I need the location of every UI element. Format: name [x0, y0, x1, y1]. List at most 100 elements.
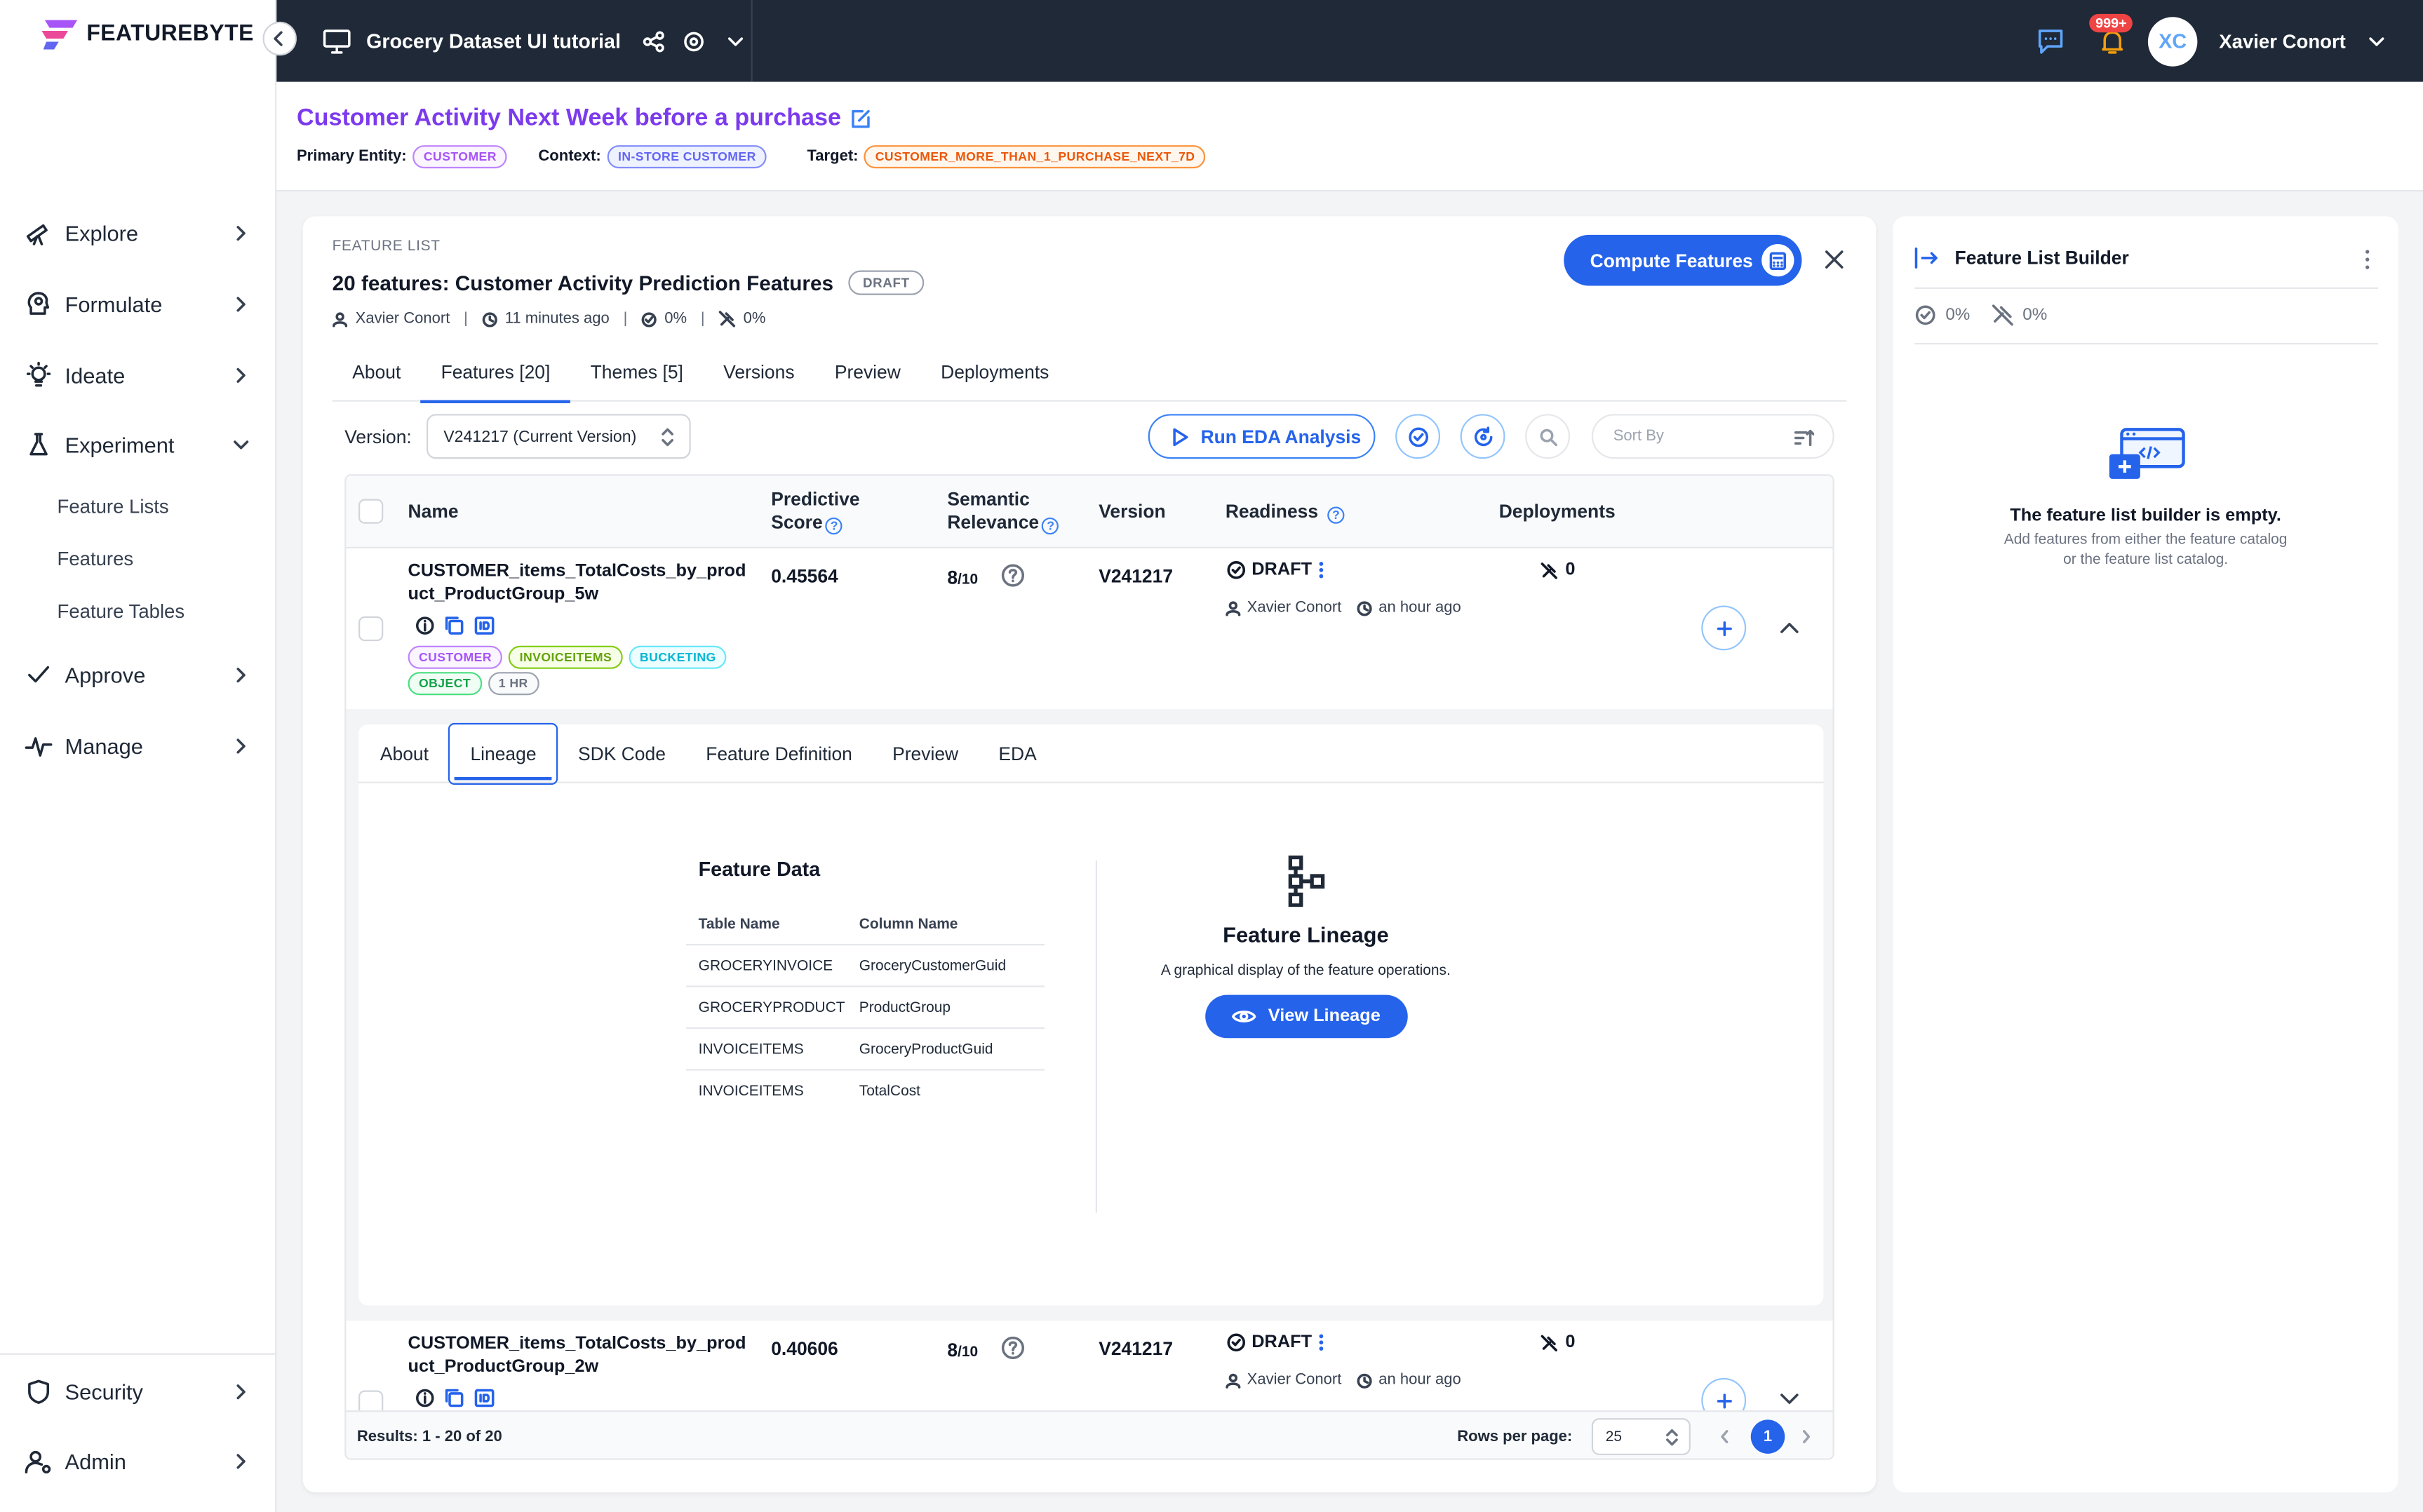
sidebar-item-formulate[interactable]: Formulate — [25, 284, 253, 324]
info-icon[interactable] — [415, 616, 434, 635]
detail-tab-preview[interactable]: Preview — [872, 724, 978, 783]
tab-versions[interactable]: Versions — [704, 343, 815, 402]
col-version[interactable]: Version — [1099, 501, 1166, 524]
table-row[interactable]: CUSTOMER_items_TotalCosts_by_product_Pro… — [346, 548, 1833, 710]
refresh-button[interactable] — [1460, 414, 1505, 459]
help-icon[interactable]: ? — [1327, 506, 1345, 524]
panel-expand-icon[interactable] — [1914, 247, 1939, 269]
detail-tab-feature-definition[interactable]: Feature Definition — [686, 724, 873, 783]
search-button[interactable] — [1525, 414, 1571, 459]
help-circle-icon[interactable] — [1001, 1336, 1025, 1360]
feature-name[interactable]: CUSTOMER_items_TotalCosts_by_product_Pro… — [408, 1333, 749, 1379]
detail-tab-sdk-code[interactable]: SDK Code — [558, 724, 685, 783]
help-icon[interactable]: ? — [826, 517, 843, 535]
tab-themes[interactable]: Themes [5] — [570, 343, 704, 402]
help-circle-icon[interactable] — [1001, 564, 1025, 587]
view-lineage-button[interactable]: View Lineage — [1204, 994, 1407, 1039]
share-icon[interactable] — [643, 30, 664, 52]
run-eda-button[interactable]: Run EDA Analysis — [1148, 414, 1376, 459]
relevance-max: /10 — [958, 572, 979, 589]
target-badge[interactable]: CUSTOMER_MORE_THAN_1_PURCHASE_NEXT_7D — [864, 145, 1206, 169]
tag-table[interactable]: INVOICEITEMS — [509, 645, 623, 669]
info-icon[interactable] — [415, 1389, 434, 1408]
chevron-down-icon[interactable] — [726, 32, 744, 50]
col-name[interactable]: Name — [408, 501, 459, 524]
col-semantic-relevance[interactable]: Semantic Relevance? — [947, 488, 1059, 535]
clock-icon — [482, 311, 497, 327]
col-deployments[interactable]: Deployments — [1499, 501, 1616, 524]
avatar[interactable]: XC — [2147, 16, 2198, 66]
detail-tab-eda[interactable]: EDA — [979, 724, 1057, 783]
notifications[interactable]: 999+ — [2089, 13, 2133, 55]
tag-entity[interactable]: CUSTOMER — [408, 645, 503, 669]
id-card-icon[interactable] — [474, 616, 495, 635]
tag-operation[interactable]: BUCKETING — [629, 645, 727, 669]
monitor-icon — [323, 29, 351, 53]
sort-by-select[interactable]: Sort By — [1591, 414, 1834, 459]
tab-preview[interactable]: Preview — [814, 343, 920, 402]
col-predictive-score[interactable]: Predictive Score? — [771, 488, 860, 535]
feature-data-table: Table Name Column Name GROCERYINVOICE Gr… — [686, 904, 1045, 1112]
more-vertical-icon[interactable] — [1318, 561, 1324, 579]
tab-deployments[interactable]: Deployments — [920, 343, 1069, 402]
feature-data-header: Table Name Column Name — [686, 904, 1045, 946]
sidebar-item-admin[interactable]: Admin — [25, 1441, 253, 1481]
rows-per-page-select[interactable]: 25 — [1591, 1418, 1691, 1456]
chevron-left-icon[interactable] — [1719, 1429, 1731, 1445]
sidebar-item-ideate[interactable]: Ideate — [25, 356, 253, 396]
user-name[interactable]: Xavier Conort — [2219, 30, 2346, 52]
sidebar-subitem-feature-tables[interactable]: Feature Tables — [58, 601, 185, 623]
chevron-up-icon[interactable] — [1778, 616, 1800, 638]
id-card-icon[interactable] — [474, 1389, 495, 1408]
gear-icon[interactable] — [683, 30, 704, 52]
copy-icon[interactable] — [445, 1389, 464, 1408]
copy-icon[interactable] — [445, 616, 464, 635]
chat-icon[interactable] — [2036, 27, 2065, 55]
sidebar-item-manage[interactable]: Manage — [25, 726, 253, 766]
edit-icon[interactable] — [850, 108, 872, 130]
tag-dtype[interactable]: OBJECT — [408, 672, 482, 696]
play-icon — [1173, 427, 1188, 446]
table-row[interactable]: CUSTOMER_items_TotalCosts_by_product_Pro… — [346, 1321, 1833, 1411]
readiness-owner: Xavier Conort — [1247, 1372, 1342, 1389]
row-checkbox[interactable] — [358, 1390, 384, 1411]
tab-features[interactable]: Features [20] — [420, 343, 570, 403]
close-icon[interactable] — [1822, 247, 1846, 271]
tab-about[interactable]: About — [333, 343, 421, 402]
sidebar-item-security[interactable]: Security — [25, 1372, 253, 1412]
readiness-status[interactable]: DRAFT — [1227, 1333, 1324, 1351]
version-select[interactable]: V241217 (Current Version) — [426, 414, 691, 459]
chevron-down-icon[interactable] — [1778, 1389, 1800, 1410]
project-selector[interactable]: Grocery Dataset UI tutorial — [323, 0, 744, 82]
detail-tab-lineage[interactable]: Lineage — [448, 722, 558, 785]
chevron-down-icon[interactable] — [2368, 32, 2386, 50]
page-button-current[interactable]: 1 — [1750, 1419, 1785, 1454]
col-readiness[interactable]: Readiness? — [1226, 501, 1345, 524]
featurebyte-logo[interactable]: FEATUREBYTE — [40, 17, 254, 50]
help-icon[interactable]: ? — [1042, 517, 1059, 535]
sidebar-subitem-features[interactable]: Features — [58, 548, 134, 570]
readiness-check-button[interactable] — [1395, 414, 1441, 459]
tag-window[interactable]: 1 HR — [488, 672, 539, 696]
add-feature-button[interactable] — [1701, 605, 1747, 651]
more-vertical-icon[interactable] — [1318, 1333, 1324, 1351]
sidebar-subitem-feature-lists[interactable]: Feature Lists — [58, 496, 169, 518]
context-badge[interactable]: IN-STORE CUSTOMER — [607, 145, 767, 169]
row-checkbox[interactable] — [358, 616, 384, 642]
builder-empty-description: Add features from either the feature cat… — [1893, 530, 2398, 570]
add-feature-button[interactable] — [1701, 1377, 1747, 1411]
compute-features-button[interactable]: Compute Features — [1564, 234, 1802, 286]
deployments-value: 0 — [1565, 560, 1576, 580]
sidebar-item-explore[interactable]: Explore — [25, 213, 253, 253]
sidebar-item-approve[interactable]: Approve — [25, 655, 253, 695]
more-vertical-icon[interactable] — [2364, 249, 2370, 271]
select-all-checkbox[interactable] — [358, 499, 384, 524]
readiness-status[interactable]: DRAFT — [1227, 561, 1324, 579]
primary-entity-badge[interactable]: CUSTOMER — [412, 145, 508, 169]
chevron-right-icon[interactable] — [1800, 1429, 1813, 1445]
sidebar-item-experiment[interactable]: Experiment — [25, 425, 253, 465]
detail-tab-about[interactable]: About — [360, 724, 448, 783]
features-table: Name Predictive Score? Semantic Relevanc… — [344, 474, 1834, 1460]
feature-name[interactable]: CUSTOMER_items_TotalCosts_by_product_Pro… — [408, 561, 749, 607]
sidebar-collapse-button[interactable] — [262, 21, 297, 56]
